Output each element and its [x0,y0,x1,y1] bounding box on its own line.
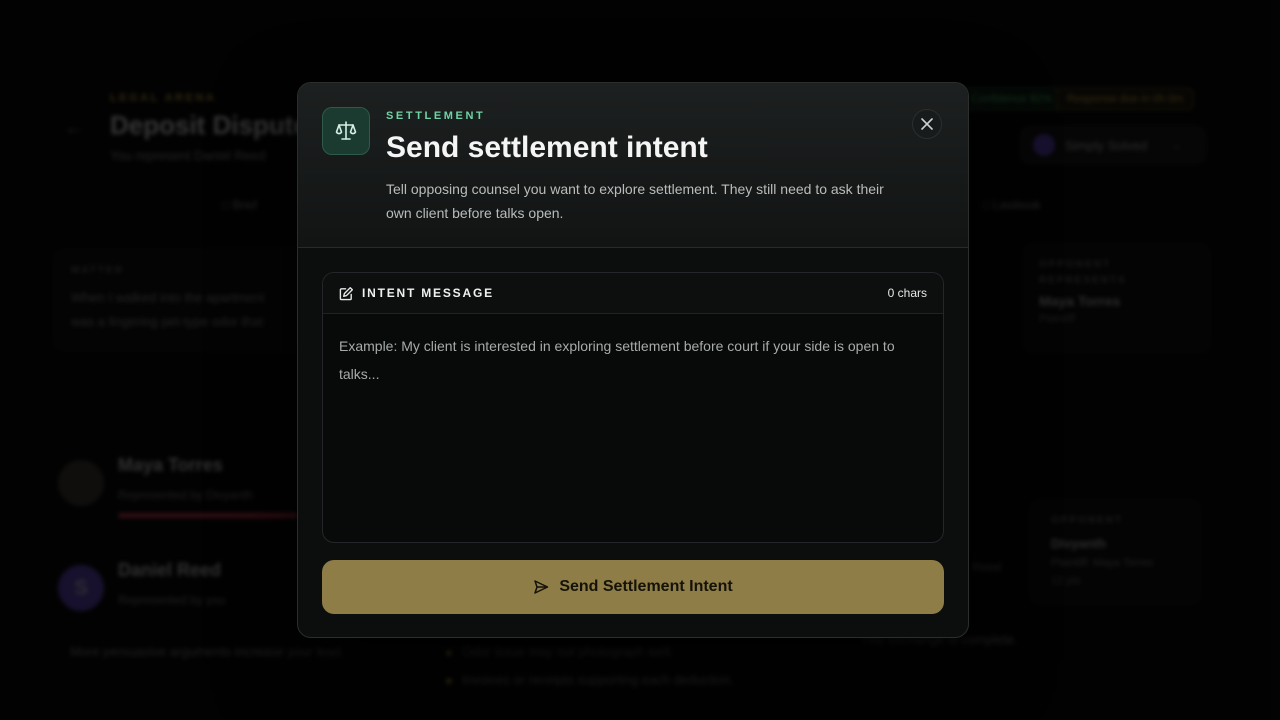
edit-icon [339,286,354,300]
send-button-label: Send Settlement Intent [559,578,733,595]
send-icon [534,580,549,594]
intent-message-field: INTENT MESSAGE 0 chars [322,272,944,543]
close-button[interactable] [912,109,942,139]
settlement-modal: SETTLEMENT Send settlement intent Tell o… [297,82,969,638]
field-header: INTENT MESSAGE 0 chars [323,273,943,314]
modal-title: Send settlement intent [386,131,708,164]
field-label: INTENT MESSAGE [362,286,494,300]
modal-header: SETTLEMENT Send settlement intent Tell o… [298,83,968,248]
send-settlement-intent-button[interactable]: Send Settlement Intent [322,560,944,614]
modal-description: Tell opposing counsel you want to explor… [386,181,884,221]
modal-eyebrow: SETTLEMENT [386,110,486,122]
close-icon [921,118,933,130]
intent-message-input[interactable] [323,314,943,542]
field-title: INTENT MESSAGE [339,286,494,301]
scale-icon [322,107,370,155]
char-count: 0 chars [887,286,927,300]
